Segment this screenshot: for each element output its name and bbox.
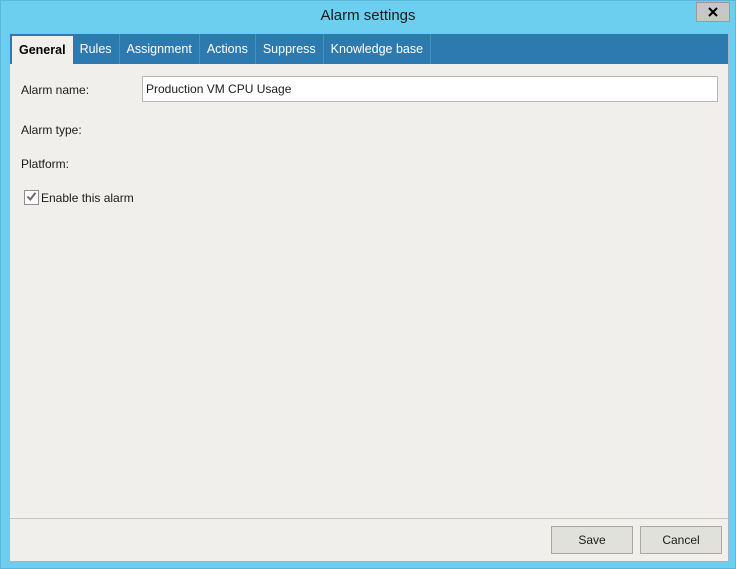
tab-actions[interactable]: Actions: [200, 34, 256, 64]
platform-label: Platform:: [21, 157, 70, 171]
save-button[interactable]: Save: [551, 526, 633, 554]
cancel-button[interactable]: Cancel: [640, 526, 722, 554]
enable-alarm-option[interactable]: Enable this alarm: [24, 190, 134, 205]
close-button[interactable]: [696, 2, 730, 22]
tab-knowledge-base[interactable]: Knowledge base: [324, 34, 432, 64]
tab-bar: General Rules Assignment Actions Suppres…: [10, 34, 728, 64]
enable-alarm-label: Enable this alarm: [41, 190, 134, 205]
checkmark-icon: [26, 189, 37, 207]
alarm-type-label: Alarm type:: [21, 123, 82, 137]
enable-alarm-checkbox[interactable]: [24, 190, 39, 205]
alarm-name-label: Alarm name:: [21, 83, 90, 97]
tab-general[interactable]: General: [12, 36, 73, 64]
title-bar[interactable]: Alarm settings: [1, 1, 735, 33]
alarm-name-input[interactable]: [142, 76, 718, 102]
close-icon: [708, 7, 718, 17]
footer-divider: [10, 518, 728, 519]
window-title: Alarm settings: [320, 7, 416, 24]
tab-suppress[interactable]: Suppress: [256, 34, 324, 64]
alarm-settings-window: Alarm settings General Rules Assignment …: [0, 0, 736, 569]
tab-rules[interactable]: Rules: [73, 34, 120, 64]
dialog-content: General Rules Assignment Actions Suppres…: [9, 33, 729, 562]
tab-assignment[interactable]: Assignment: [120, 34, 200, 64]
